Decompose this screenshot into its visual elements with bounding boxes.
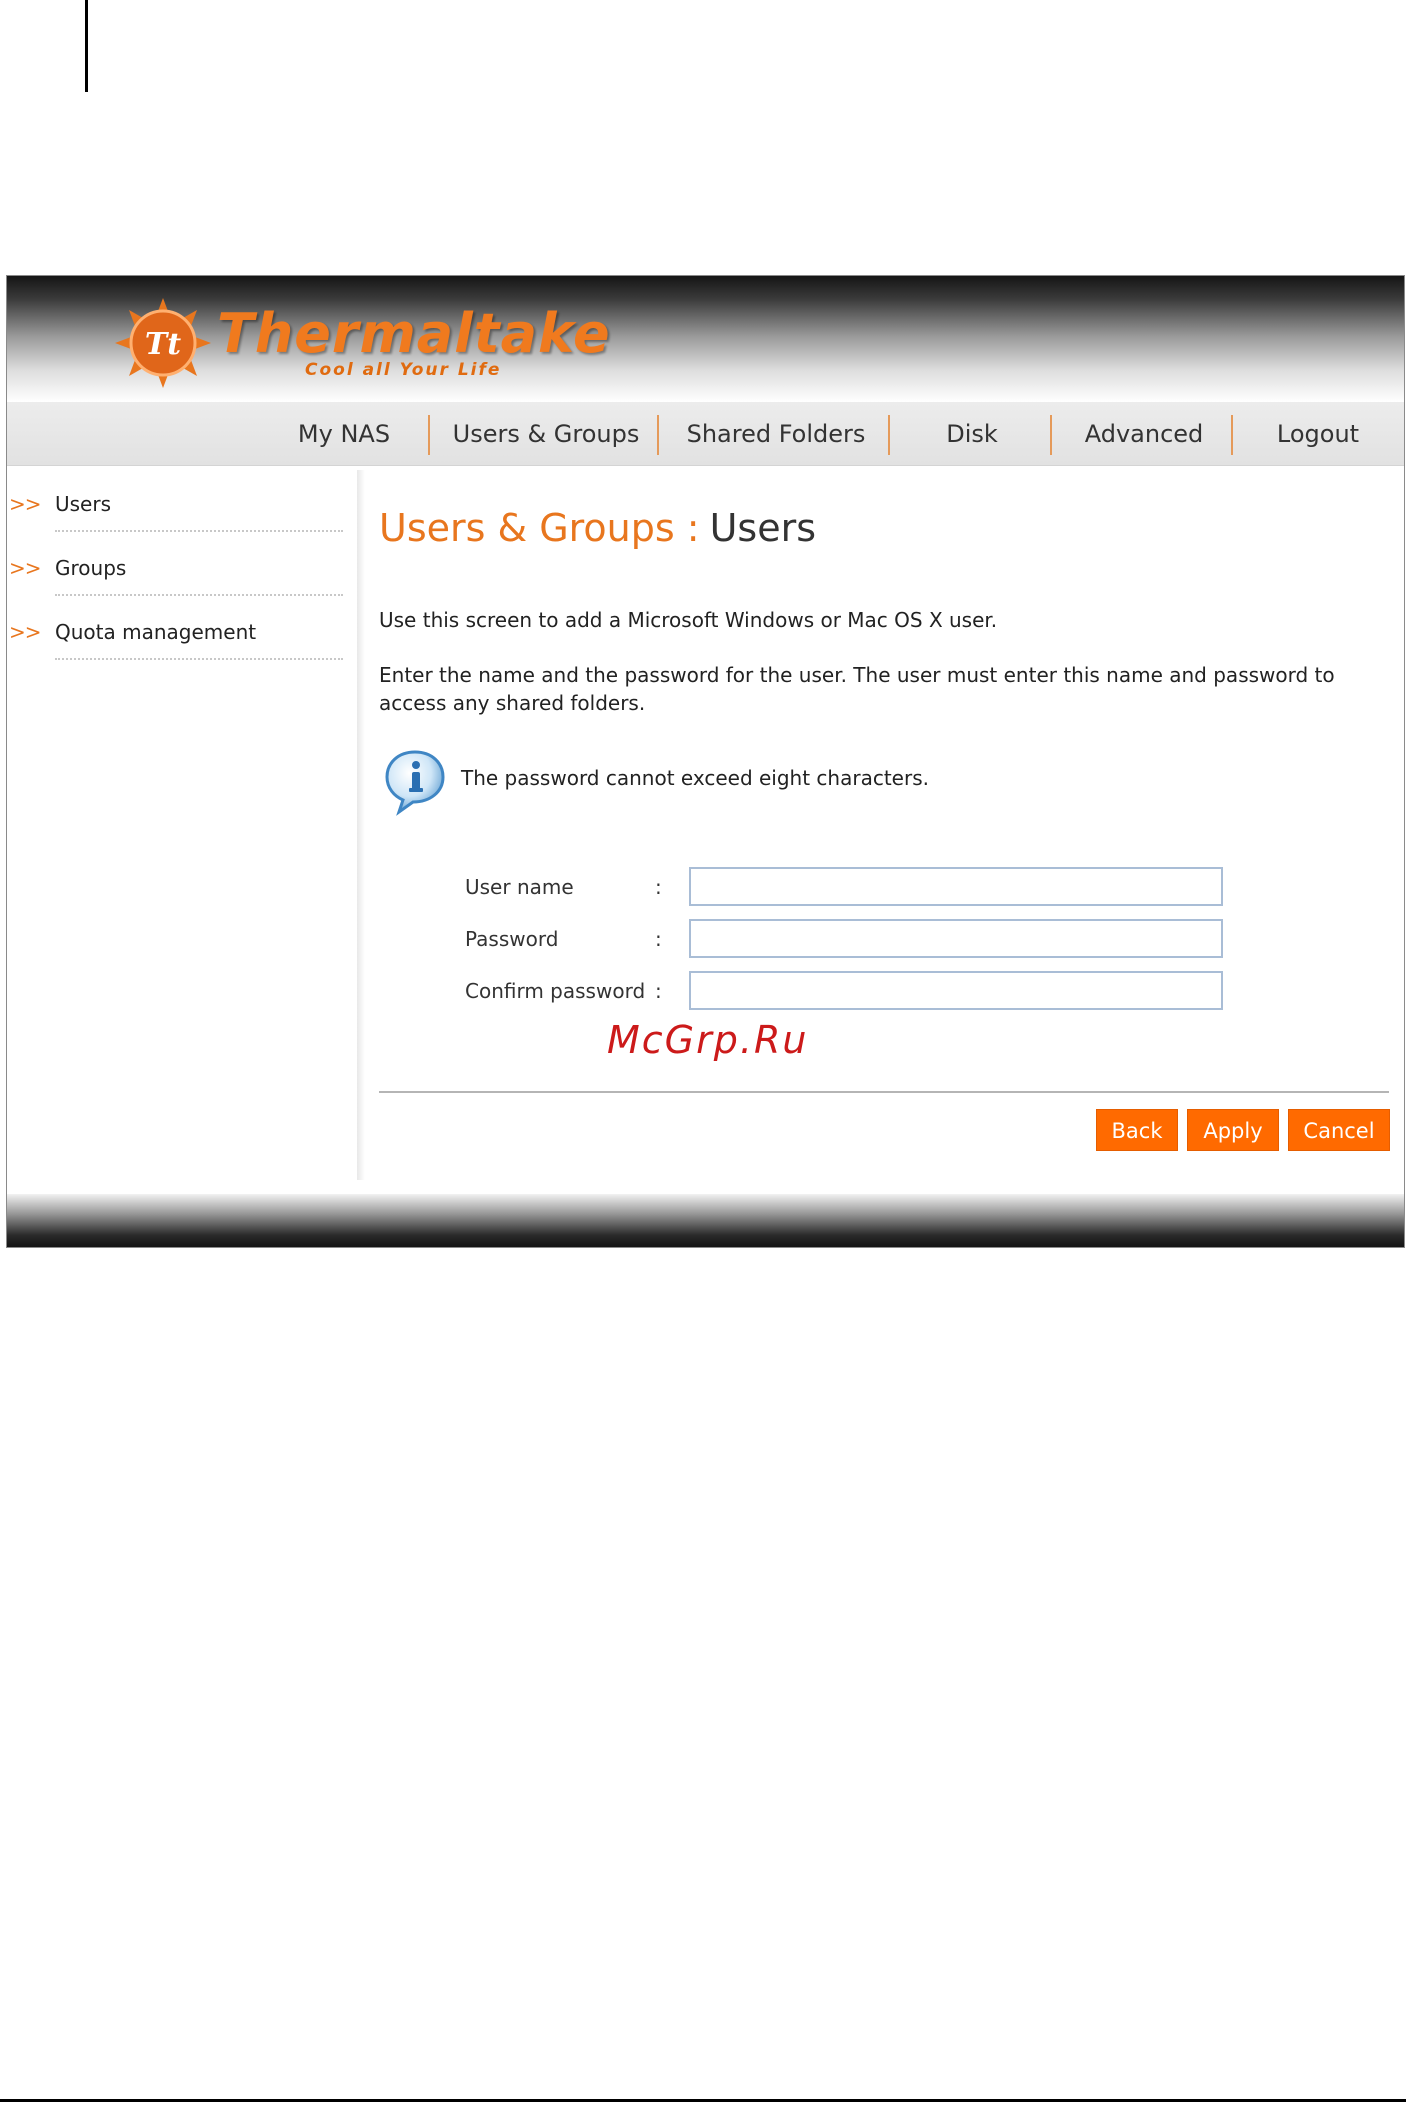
sidebar-item-label: Quota management [55, 620, 257, 644]
double-arrow-icon: >> [9, 556, 42, 580]
nav-my-nas[interactable]: My NAS [269, 402, 419, 466]
description-text-2: Enter the name and the password for the … [379, 663, 1335, 715]
apply-button[interactable]: Apply [1187, 1109, 1279, 1151]
double-arrow-icon: >> [9, 620, 42, 644]
cancel-button[interactable]: Cancel [1288, 1109, 1390, 1151]
nav-advanced[interactable]: Advanced [1059, 402, 1229, 466]
back-button[interactable]: Back [1096, 1109, 1178, 1151]
confirm-password-input[interactable] [689, 971, 1223, 1010]
nav-separator [888, 415, 890, 455]
sidebar-item-users[interactable]: >> Users [7, 482, 347, 540]
nav-logout[interactable]: Logout [1243, 402, 1393, 466]
page-title: Users & Groups : Users [379, 506, 816, 550]
brand-name: Thermaltake [217, 302, 611, 365]
dotted-divider [55, 658, 343, 660]
info-message: The password cannot exceed eight charact… [461, 766, 929, 790]
logo-mark: Tt [145, 327, 181, 362]
top-nav: My NAS Users & Groups Shared Folders Dis… [7, 402, 1404, 466]
nav-users-groups[interactable]: Users & Groups [437, 402, 655, 466]
footer-bar [7, 1194, 1404, 1247]
dotted-divider [55, 594, 343, 596]
sidebar-item-quota-management[interactable]: >> Quota management [7, 610, 347, 668]
brand-tagline: Cool all Your Life [305, 360, 502, 380]
nav-shared-folders[interactable]: Shared Folders [667, 402, 885, 466]
page-bottom-rule [0, 2099, 1406, 2102]
double-arrow-icon: >> [9, 492, 42, 516]
page-title-section: Users & Groups : [379, 506, 700, 550]
sidebar-item-label: Groups [55, 556, 127, 580]
nav-separator [1231, 415, 1233, 455]
nav-separator [1050, 415, 1052, 455]
description-text: Use this screen to add a Microsoft Windo… [379, 608, 998, 632]
sidebar-divider [357, 470, 365, 1180]
thermaltake-logo: Tt Thermaltake Cool all Your Life [115, 298, 610, 388]
watermark-text: McGrp.Ru [607, 1018, 809, 1062]
main-content: Users & Groups : Users Use this screen to… [373, 468, 1393, 1188]
nav-separator [428, 415, 430, 455]
field-colon: : [655, 927, 662, 951]
nav-separator [657, 415, 659, 455]
dotted-divider [55, 530, 343, 532]
form-divider [379, 1091, 1389, 1093]
page-corner-mark [85, 0, 88, 92]
confirm-password-label: Confirm password [465, 979, 646, 1003]
sidebar: >> Users >> Groups >> Quota management [7, 468, 357, 1188]
sidebar-item-label: Users [55, 492, 112, 516]
tt-sun-logo-icon: Tt [115, 298, 211, 388]
password-input[interactable] [689, 919, 1223, 958]
nas-web-ui-window: Tt Thermaltake Cool all Your Life My NAS… [6, 275, 1405, 1248]
username-label: User name [465, 875, 574, 899]
password-label: Password [465, 927, 559, 951]
page-title-page: Users [709, 506, 816, 550]
field-colon: : [655, 979, 662, 1003]
nav-disk[interactable]: Disk [897, 402, 1047, 466]
field-colon: : [655, 875, 662, 899]
header-banner: Tt Thermaltake Cool all Your Life [7, 276, 1404, 402]
info-bubble-icon [385, 750, 445, 816]
sidebar-item-groups[interactable]: >> Groups [7, 546, 347, 604]
username-input[interactable] [689, 867, 1223, 906]
